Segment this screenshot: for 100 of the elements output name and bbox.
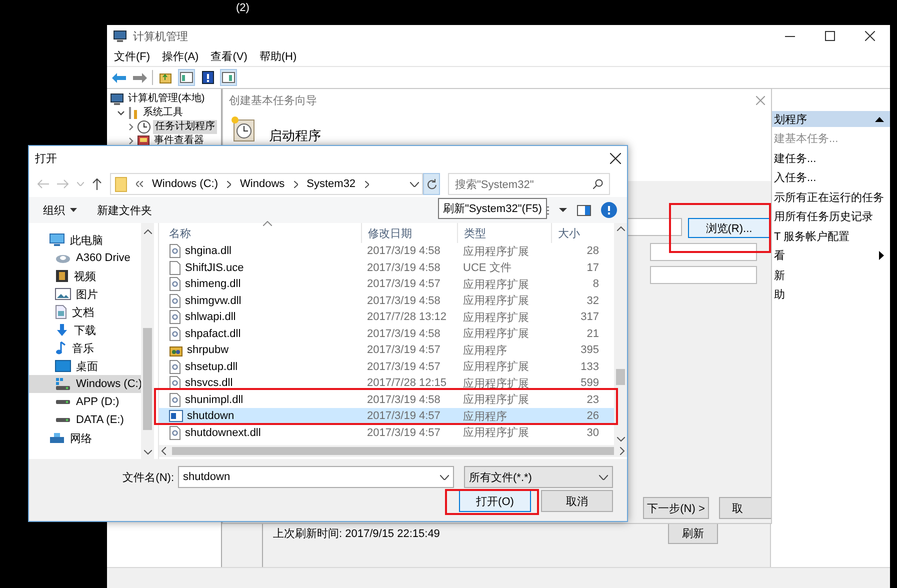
scroll-up-icon[interactable] <box>616 226 624 231</box>
file-type-dropdown[interactable]: 所有文件(*.*) <box>464 466 613 488</box>
action-item[interactable]: 看 <box>771 246 890 266</box>
maximize-icon[interactable] <box>825 31 835 41</box>
dropdown-chevron-icon[interactable] <box>410 182 419 186</box>
scrollbar[interactable] <box>159 445 627 457</box>
browse-button[interactable]: 浏览(R)... <box>688 218 770 238</box>
caret-icon[interactable] <box>559 208 567 212</box>
tree-item[interactable]: 计算机管理(本地) <box>126 92 207 106</box>
file-row[interactable]: ShiftJIS.uce 2017/3/19 4:58 UCE 文件 17 <box>159 260 614 276</box>
navigation-item[interactable]: 文档 <box>29 303 141 321</box>
drive-icon <box>55 417 71 423</box>
action-item[interactable]: 新 <box>771 266 890 285</box>
refresh-button[interactable]: 刷新 <box>668 522 718 544</box>
overflow-chevron-icon[interactable] <box>136 181 143 187</box>
action-item[interactable]: T 服务帐户配置 <box>771 226 890 246</box>
back-arrow-icon[interactable] <box>112 72 126 82</box>
search-icon[interactable] <box>593 179 603 189</box>
dropdown-chevron-icon[interactable] <box>440 474 449 480</box>
column-header[interactable]: 类型 <box>457 223 551 243</box>
dropdown-chevron-icon[interactable] <box>599 474 608 480</box>
next-button[interactable]: 下一步(N) > <box>643 497 709 519</box>
navigation-item[interactable]: 此电脑 <box>29 231 141 249</box>
file-row[interactable]: shpafact.dll 2017/3/19 4:58 应用程序扩展 21 <box>159 326 614 342</box>
new-folder-button[interactable]: 新建文件夹 <box>97 202 152 218</box>
organize-menu[interactable]: 组织 <box>43 202 77 218</box>
expand-chevron-icon[interactable] <box>117 109 125 117</box>
menu-item[interactable]: 帮助(H) <box>259 48 297 65</box>
file-row[interactable]: shsvcs.dll 2017/7/28 12:15 应用程序扩展 599 <box>159 375 614 392</box>
action-item[interactable]: 助 <box>771 285 890 304</box>
file-name: shutdownext.dll <box>185 426 261 439</box>
file-row[interactable]: shimgvw.dll 2017/3/19 4:58 应用程序扩展 32 <box>159 292 614 309</box>
column-header[interactable]: 修改日期 <box>361 223 457 243</box>
dll-file-icon <box>169 326 181 341</box>
navigation-item[interactable]: 下载 <box>29 321 141 339</box>
breadcrumb-chevron-icon[interactable] <box>294 180 298 188</box>
navigation-item[interactable]: 网络 <box>29 429 141 447</box>
open-button[interactable]: 打开(O) <box>459 490 531 512</box>
column-header[interactable]: 大小 <box>551 223 601 243</box>
close-icon[interactable] <box>865 31 875 41</box>
collapse-chevron-icon[interactable] <box>127 123 135 131</box>
collapse-triangle-icon[interactable] <box>875 116 884 122</box>
navigation-item[interactable]: 桌面 <box>29 357 141 375</box>
file-name-field[interactable]: shutdown <box>178 466 454 488</box>
console-tree-icon[interactable] <box>180 72 193 83</box>
navigation-item[interactable]: APP (D:) <box>29 393 141 411</box>
navigation-item[interactable]: 音乐 <box>29 339 141 357</box>
arguments-field[interactable] <box>650 243 757 261</box>
action-item[interactable]: 建任务... <box>771 148 890 168</box>
file-type: 应用程序扩展 <box>462 244 530 259</box>
breadcrumb-item[interactable]: Windows <box>240 178 285 190</box>
scroll-right-icon[interactable] <box>620 447 625 455</box>
scroll-down-icon[interactable] <box>616 437 624 442</box>
scroll-thumb[interactable] <box>616 369 625 385</box>
file-row[interactable]: shrpubw 2017/3/19 4:57 应用程序 395 <box>159 342 614 358</box>
address-bar[interactable]: Windows (C:) Windows System32 <box>110 173 423 195</box>
folder-up-icon[interactable] <box>159 71 172 84</box>
navigation-item[interactable]: 图片 <box>29 285 141 303</box>
navigation-item[interactable]: 视频 <box>29 267 141 285</box>
breadcrumb-chevron-icon[interactable] <box>227 180 232 188</box>
file-row[interactable]: shgina.dll 2017/3/19 4:58 应用程序扩展 28 <box>159 243 614 260</box>
navigation-item[interactable]: A360 Drive <box>29 249 141 267</box>
menu-item[interactable]: 查看(V) <box>210 48 248 65</box>
scroll-up-icon[interactable] <box>144 229 152 234</box>
scroll-down-icon[interactable] <box>144 450 152 455</box>
action-item[interactable]: 示所有正在运行的任务 <box>771 188 890 207</box>
scrollbar[interactable] <box>141 223 154 459</box>
file-row[interactable]: shimeng.dll 2017/3/19 4:57 应用程序扩展 8 <box>159 276 614 292</box>
file-row[interactable]: shutdownext.dll 2017/3/19 4:57 应用程序扩展 30 <box>159 424 614 441</box>
refresh-button[interactable] <box>423 173 440 195</box>
scroll-left-icon[interactable] <box>161 447 166 455</box>
file-row[interactable]: shlwapi.dll 2017/7/28 13:12 应用程序扩展 317 <box>159 309 614 326</box>
close-icon[interactable] <box>610 153 621 164</box>
navigation-item[interactable]: DATA (E:) <box>29 411 141 429</box>
breadcrumb-chevron-icon[interactable] <box>364 180 369 188</box>
file-row[interactable]: shsetup.dll 2017/3/19 4:57 应用程序扩展 133 <box>159 358 614 375</box>
breadcrumb-item[interactable]: Windows (C:) <box>152 178 218 190</box>
forward-arrow-icon[interactable] <box>132 72 146 82</box>
navigation-item[interactable]: Windows (C:) <box>29 375 141 393</box>
menu-item[interactable]: 操作(A) <box>162 48 199 65</box>
start-in-field[interactable] <box>650 266 757 284</box>
tree-item[interactable]: 系统工具 <box>141 106 185 120</box>
action-pane-icon[interactable] <box>222 72 235 83</box>
scroll-thumb[interactable] <box>143 328 152 430</box>
up-arrow-icon[interactable] <box>92 178 102 190</box>
scrollbar[interactable] <box>614 223 627 445</box>
collapse-chevron-icon[interactable] <box>127 137 135 145</box>
menu-item[interactable]: 文件(F) <box>114 48 150 65</box>
column-header[interactable]: 名称 <box>159 226 361 240</box>
action-item[interactable]: 入任务... <box>771 168 890 188</box>
actions-header[interactable]: 划程序 <box>771 111 890 127</box>
cancel-button[interactable]: 取 <box>719 497 771 519</box>
breadcrumb-item[interactable]: System32 <box>306 178 356 190</box>
tree-item[interactable]: 任务计划程序 <box>153 120 217 134</box>
cancel-button[interactable]: 取消 <box>541 490 613 512</box>
search-field[interactable]: 搜索"System32" <box>448 173 610 195</box>
file-row[interactable]: shunimpl.dll 2017/3/19 4:58 应用程序扩展 23 <box>159 392 614 408</box>
tree-item[interactable]: 事件查看器 <box>152 134 206 148</box>
action-item[interactable]: 用所有任务历史记录 <box>771 207 890 226</box>
preview-pane-icon[interactable] <box>577 204 591 216</box>
